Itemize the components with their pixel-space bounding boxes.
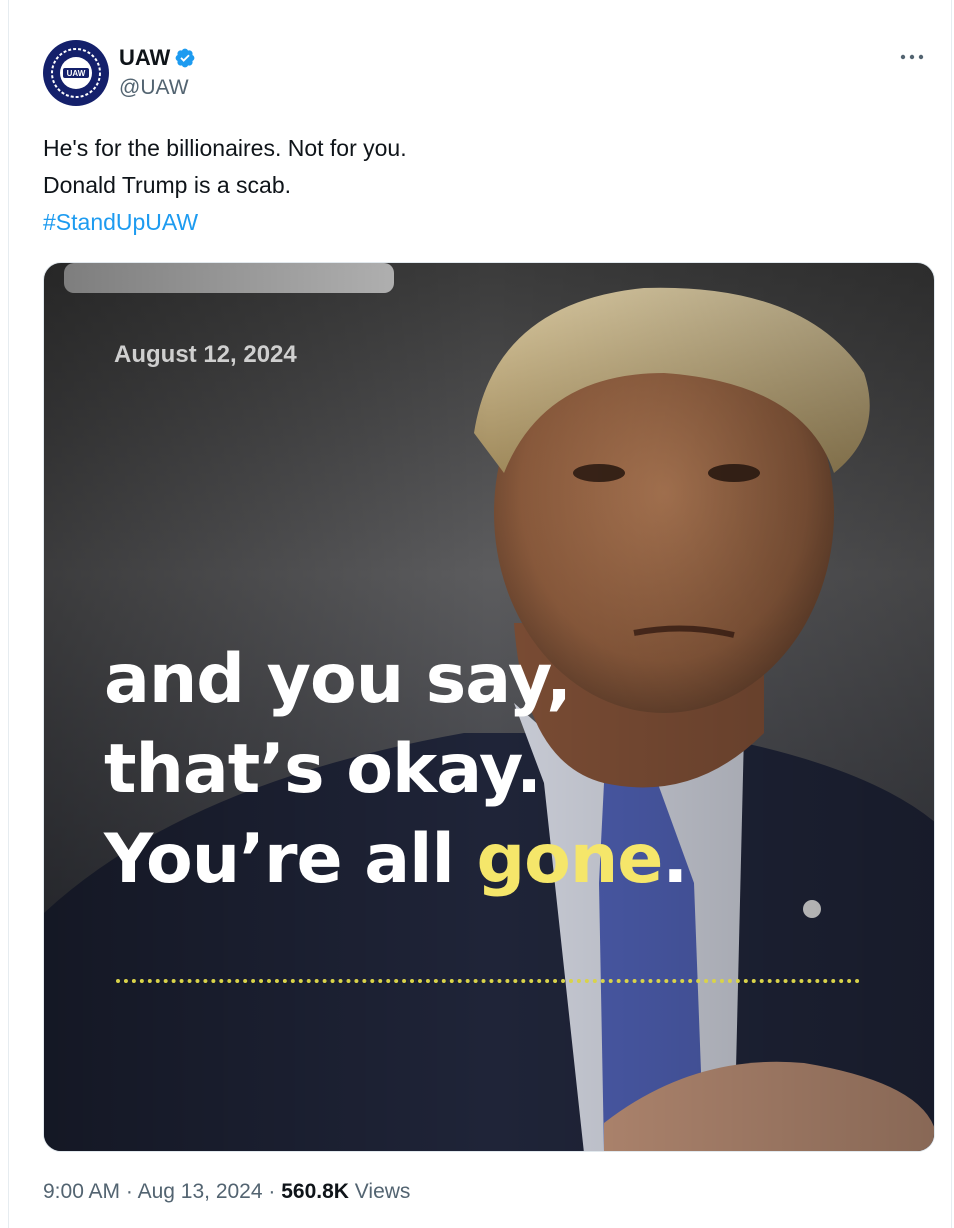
- tweet-media-image[interactable]: August 12, 2024 and you say, that’s okay…: [43, 262, 935, 1152]
- audio-waveform: [116, 979, 860, 989]
- tweet-meta: 9:00 AM · Aug 13, 2024 · 560.8K Views: [43, 1180, 410, 1204]
- more-options-button[interactable]: [895, 40, 929, 74]
- caption-text: You’re all: [104, 820, 477, 899]
- post-date[interactable]: Aug 13, 2024: [138, 1180, 263, 1203]
- video-date-overlay: August 12, 2024: [114, 341, 297, 368]
- avatar[interactable]: UAW: [43, 40, 109, 106]
- tweet-text: He's for the billionaires. Not for you. …: [43, 130, 923, 241]
- author-name[interactable]: UAW: [119, 45, 170, 71]
- post-time[interactable]: 9:00 AM: [43, 1180, 120, 1203]
- meta-separator: ·: [125, 1180, 133, 1203]
- avatar-text: UAW: [67, 69, 86, 78]
- hashtag-link[interactable]: #StandUpUAW: [43, 204, 923, 241]
- caption-line: and you say,: [104, 640, 572, 719]
- tweet-card: UAW UAW @UAW He's for the billionaires. …: [8, 0, 952, 1228]
- tweet-text-line: Donald Trump is a scab.: [43, 172, 292, 198]
- meta-separator: ·: [268, 1180, 276, 1203]
- more-dots-icon: [900, 54, 924, 60]
- views-count: 560.8K: [281, 1180, 349, 1203]
- video-caption: and you say, that’s okay. You’re all gon…: [104, 635, 688, 905]
- verified-badge-icon: [175, 48, 195, 68]
- caption-line: You’re all gone.: [104, 815, 688, 905]
- caption-line: that’s okay.: [104, 730, 542, 809]
- author-handle[interactable]: @UAW: [119, 76, 196, 100]
- caption-suffix: .: [662, 820, 688, 899]
- author-block: UAW @UAW: [119, 44, 196, 100]
- tweet-text-line: He's for the billionaires. Not for you.: [43, 135, 407, 161]
- caption-highlight: gone: [476, 820, 663, 899]
- uaw-logo-icon: UAW: [45, 42, 107, 104]
- views-label: Views: [354, 1180, 411, 1203]
